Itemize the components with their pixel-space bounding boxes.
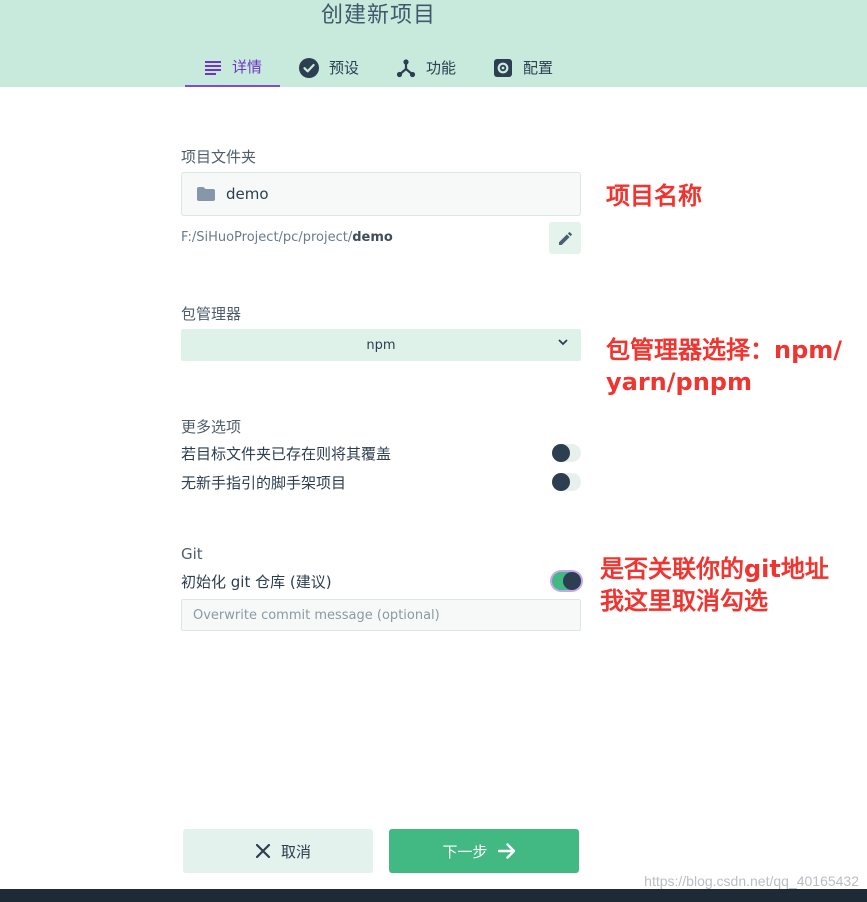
tab-features[interactable]: 功能 bbox=[377, 48, 474, 87]
no-guide-toggle[interactable] bbox=[552, 473, 581, 491]
toggle-knob bbox=[552, 444, 570, 462]
check-circle-icon bbox=[299, 57, 320, 78]
folder-name-value: demo bbox=[226, 185, 269, 203]
cancel-button-label: 取消 bbox=[280, 842, 311, 861]
watermark: https://blog.csdn.net/qq_40165432 bbox=[644, 873, 859, 889]
tab-presets[interactable]: 预设 bbox=[280, 48, 377, 87]
header: 创建新项目 详情 预设 功能 配置 bbox=[0, 0, 867, 87]
fork-icon bbox=[396, 58, 416, 77]
annotation-git-line1: 是否关联你的git地址 bbox=[600, 555, 829, 583]
folder-path: F:/SiHuoProject/pc/project/demo bbox=[181, 230, 393, 245]
package-manager-label: 包管理器 bbox=[181, 305, 242, 323]
annotation-pm-line1: 包管理器选择：npm/ bbox=[606, 336, 843, 364]
annotation-project-name: 项目名称 bbox=[606, 182, 702, 210]
tab-details-label: 详情 bbox=[232, 58, 263, 76]
tab-features-label: 功能 bbox=[426, 59, 457, 77]
arrow-right-icon bbox=[497, 843, 515, 859]
git-init-toggle[interactable] bbox=[552, 572, 581, 590]
close-icon bbox=[255, 843, 271, 859]
overwrite-toggle[interactable] bbox=[552, 444, 581, 462]
package-manager-value: npm bbox=[366, 337, 396, 353]
toggle-knob bbox=[552, 473, 570, 491]
next-button[interactable]: 下一步 bbox=[389, 829, 579, 873]
next-button-label: 下一步 bbox=[442, 842, 488, 861]
folder-input[interactable]: demo bbox=[181, 172, 581, 216]
git-section-label: Git bbox=[181, 545, 203, 563]
git-init-label: 初始化 git 仓库 (建议) bbox=[181, 573, 332, 591]
edit-path-button[interactable] bbox=[549, 222, 581, 254]
folder-path-name: demo bbox=[352, 230, 393, 245]
toggle-knob bbox=[563, 572, 581, 590]
no-guide-option-label: 无新手指引的脚手架项目 bbox=[181, 474, 347, 492]
annotation-git-line2: 我这里取消勾选 bbox=[600, 587, 768, 615]
status-bar bbox=[0, 889, 867, 902]
gear-icon bbox=[494, 58, 513, 77]
list-icon bbox=[205, 60, 221, 75]
overwrite-option-label: 若目标文件夹已存在则将其覆盖 bbox=[181, 445, 392, 463]
chevron-down-icon bbox=[558, 339, 568, 346]
cancel-button[interactable]: 取消 bbox=[183, 829, 373, 873]
folder-path-prefix: F:/SiHuoProject/pc/project/ bbox=[181, 230, 353, 245]
pencil-icon bbox=[558, 231, 572, 245]
commit-message-input[interactable] bbox=[181, 599, 581, 631]
package-manager-select[interactable]: npm bbox=[181, 329, 581, 361]
folder-icon bbox=[197, 187, 215, 201]
annotation-pm-line2: yarn/pnpm bbox=[606, 368, 752, 396]
tab-config[interactable]: 配置 bbox=[474, 48, 571, 87]
tab-details[interactable]: 详情 bbox=[185, 48, 281, 87]
tab-bar: 详情 预设 功能 配置 bbox=[185, 48, 571, 87]
folder-section-label: 项目文件夹 bbox=[181, 148, 257, 166]
tab-config-label: 配置 bbox=[523, 59, 554, 77]
page-title: 创建新项目 bbox=[321, 3, 437, 28]
tab-presets-label: 预设 bbox=[329, 59, 360, 77]
more-options-label: 更多选项 bbox=[181, 418, 242, 436]
